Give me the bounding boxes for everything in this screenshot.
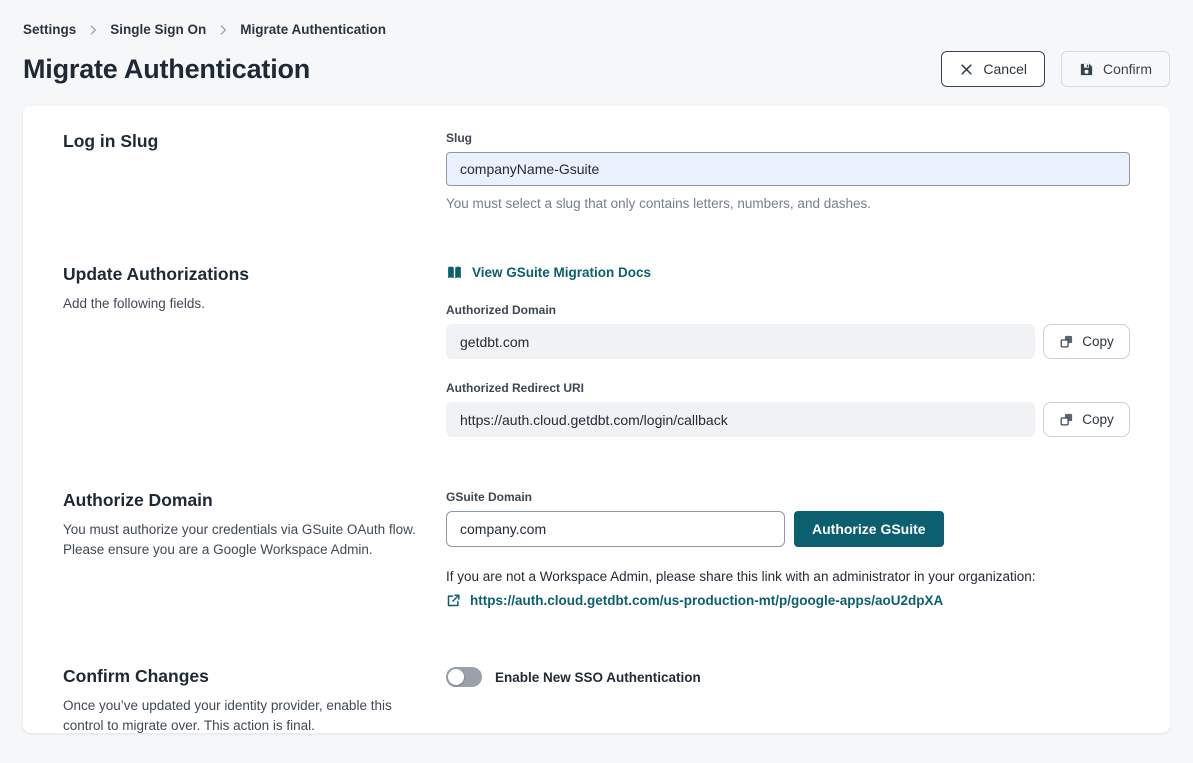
section-authorize-domain: Authorize Domain You must authorize your…	[63, 490, 1130, 613]
docs-link-label: View GSuite Migration Docs	[472, 265, 651, 280]
admin-share-link[interactable]: https://auth.cloud.getdbt.com/us-product…	[446, 593, 943, 608]
authorized-domain-label: Authorized Domain	[446, 303, 1130, 317]
copy-button-label: Copy	[1082, 334, 1114, 349]
section-confirm-changes-info: Confirm Changes Once you’ve updated your…	[63, 666, 446, 736]
section-description: Once you’ve updated your identity provid…	[63, 696, 428, 736]
section-description: Add the following fields.	[63, 294, 428, 314]
confirm-button-label: Confirm	[1103, 61, 1152, 77]
section-update-authorizations-content: View GSuite Migration Docs Authorized Do…	[446, 264, 1130, 437]
chevron-right-icon	[86, 23, 100, 37]
header-actions: Cancel Confirm	[941, 51, 1170, 87]
authorize-gsuite-button[interactable]: Authorize GSuite	[794, 511, 944, 547]
book-icon	[446, 264, 463, 281]
section-authorize-domain-content: GSuite Domain Authorize GSuite If you ar…	[446, 490, 1130, 613]
section-confirm-changes-content: Enable New SSO Authentication	[446, 666, 1130, 736]
authorized-domain-row: getdbt.com Copy	[446, 324, 1130, 359]
copy-button-label: Copy	[1082, 412, 1114, 427]
section-authorize-domain-info: Authorize Domain You must authorize your…	[63, 490, 446, 613]
cancel-button-label: Cancel	[983, 61, 1027, 77]
view-gsuite-migration-docs-link[interactable]: View GSuite Migration Docs	[446, 264, 651, 281]
enable-sso-toggle-label: Enable New SSO Authentication	[495, 670, 701, 685]
gsuite-domain-input[interactable]	[446, 511, 785, 547]
section-login-slug-info: Log in Slug	[63, 131, 446, 211]
authorized-redirect-uri-label: Authorized Redirect URI	[446, 381, 1130, 395]
slug-field-label: Slug	[446, 131, 1130, 145]
settings-card: Log in Slug Slug You must select a slug …	[23, 106, 1170, 733]
section-login-slug: Log in Slug Slug You must select a slug …	[63, 131, 1130, 211]
authorized-redirect-uri-row: https://auth.cloud.getdbt.com/login/call…	[446, 402, 1130, 437]
section-heading: Update Authorizations	[63, 264, 446, 285]
breadcrumb-current-page: Migrate Authentication	[240, 22, 386, 37]
slug-input[interactable]	[446, 152, 1130, 186]
page-header: Migrate Authentication Cancel Confirm	[23, 51, 1170, 87]
section-heading: Authorize Domain	[63, 490, 446, 511]
cancel-button[interactable]: Cancel	[941, 51, 1045, 87]
share-link-instruction: If you are not a Workspace Admin, please…	[446, 569, 1130, 584]
section-update-authorizations: Update Authorizations Add the following …	[63, 264, 1130, 437]
enable-sso-toggle-row: Enable New SSO Authentication	[446, 666, 1130, 687]
section-heading: Confirm Changes	[63, 666, 446, 687]
copy-authorized-domain-button[interactable]: Copy	[1043, 324, 1130, 359]
slug-help-text: You must select a slug that only contain…	[446, 196, 1130, 211]
authorized-redirect-uri-value: https://auth.cloud.getdbt.com/login/call…	[446, 402, 1035, 437]
section-heading: Log in Slug	[63, 131, 446, 152]
enable-sso-toggle[interactable]	[446, 667, 482, 687]
section-update-authorizations-info: Update Authorizations Add the following …	[63, 264, 446, 437]
gsuite-domain-label: GSuite Domain	[446, 490, 1130, 504]
close-icon	[959, 62, 974, 77]
breadcrumb-settings[interactable]: Settings	[23, 22, 76, 37]
section-confirm-changes: Confirm Changes Once you’ve updated your…	[63, 666, 1130, 736]
copy-icon	[1059, 334, 1074, 349]
copy-redirect-uri-button[interactable]: Copy	[1043, 402, 1130, 437]
gsuite-domain-row: Authorize GSuite	[446, 511, 1130, 547]
breadcrumb-single-sign-on[interactable]: Single Sign On	[110, 22, 206, 37]
chevron-right-icon	[216, 23, 230, 37]
section-description: You must authorize your credentials via …	[63, 520, 428, 560]
external-link-icon	[446, 593, 461, 608]
admin-share-link-label: https://auth.cloud.getdbt.com/us-product…	[470, 593, 943, 608]
migrate-authentication-page: Settings Single Sign On Migrate Authenti…	[0, 0, 1193, 733]
save-icon	[1079, 62, 1094, 77]
page-title: Migrate Authentication	[23, 54, 310, 85]
copy-icon	[1059, 412, 1074, 427]
section-login-slug-content: Slug You must select a slug that only co…	[446, 131, 1130, 211]
toggle-knob	[448, 669, 464, 685]
confirm-button[interactable]: Confirm	[1061, 51, 1170, 87]
breadcrumb: Settings Single Sign On Migrate Authenti…	[23, 0, 1170, 37]
authorized-domain-value: getdbt.com	[446, 324, 1035, 359]
